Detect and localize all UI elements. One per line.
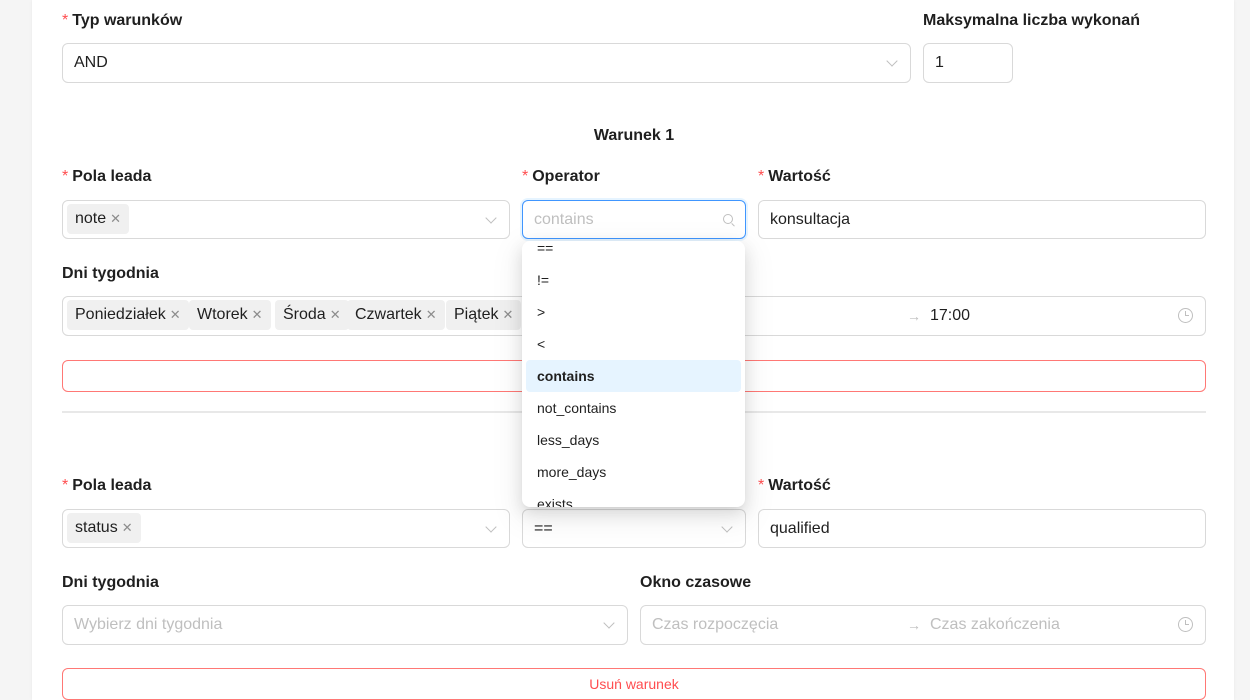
lead-fields-select[interactable]: note ✕ xyxy=(62,200,510,239)
remove-condition-button[interactable]: Usuń warunek xyxy=(62,668,1206,700)
option-not-contains[interactable]: not_contains xyxy=(526,392,741,424)
required-mark: * xyxy=(758,168,765,185)
operator-label: * Operator xyxy=(522,168,600,185)
tag-thursday: Czwartek ✕ xyxy=(347,300,445,330)
tag-status: status ✕ xyxy=(67,513,141,543)
option-contains[interactable]: contains xyxy=(526,360,741,392)
time-end-value[interactable]: 17:00 xyxy=(930,307,970,325)
value-input-text: konsultacja xyxy=(770,210,851,228)
value-input[interactable]: konsultacja xyxy=(758,200,1206,239)
close-icon[interactable]: ✕ xyxy=(110,211,121,226)
condition-1-title: Warunek 1 xyxy=(593,127,675,144)
search-icon xyxy=(723,213,733,224)
required-mark: * xyxy=(522,168,529,185)
option-more-days[interactable]: more_days xyxy=(526,456,741,488)
option-lt[interactable]: < xyxy=(526,328,741,360)
max-executions-input[interactable]: 1 xyxy=(923,43,1013,83)
tag-wednesday: Środa ✕ xyxy=(275,300,349,330)
max-executions-value: 1 xyxy=(935,54,944,71)
tag-friday: Piątek ✕ xyxy=(446,300,522,330)
operator-dropdown: == != > < contains not_contains less_day… xyxy=(522,241,745,507)
close-icon[interactable]: ✕ xyxy=(170,307,181,322)
option-gt[interactable]: > xyxy=(526,296,741,328)
arrow-right-icon: → xyxy=(907,308,921,324)
option-exists[interactable]: exists xyxy=(526,488,741,507)
lead-fields-label-2: * Pola leada xyxy=(62,477,152,494)
condition-type-label: * Typ warunków xyxy=(62,12,183,29)
close-icon[interactable]: ✕ xyxy=(252,307,263,322)
weekdays-label-2: Dni tygodnia xyxy=(62,574,159,591)
chevron-down-icon xyxy=(485,211,497,224)
operator-select[interactable]: contains xyxy=(522,200,746,239)
required-mark: * xyxy=(62,477,69,494)
option-eq[interactable]: == xyxy=(526,241,741,264)
close-icon[interactable]: ✕ xyxy=(122,520,133,535)
close-icon[interactable]: ✕ xyxy=(502,307,513,322)
weekdays-select-2[interactable]: Wybierz dni tygodnia xyxy=(62,605,628,645)
required-mark: * xyxy=(758,477,765,494)
lead-fields-select-2[interactable]: status ✕ xyxy=(62,509,510,548)
tag-tuesday: Wtorek ✕ xyxy=(189,300,271,330)
max-executions-label: Maksymalna liczba wykonań xyxy=(923,12,1140,29)
chevron-down-icon xyxy=(603,617,615,629)
tag-note: note ✕ xyxy=(67,204,130,234)
operator-select-2[interactable]: == xyxy=(522,509,746,548)
arrow-right-icon: → xyxy=(907,617,921,633)
chevron-down-icon xyxy=(485,520,497,533)
value-label-2: * Wartość xyxy=(758,477,831,494)
close-icon[interactable]: ✕ xyxy=(426,307,437,322)
time-window-label: Okno czasowe xyxy=(640,574,752,591)
lead-fields-label: * Pola leada xyxy=(62,168,152,185)
clock-icon xyxy=(1178,617,1193,632)
weekdays-placeholder: Wybierz dni tygodnia xyxy=(74,616,223,633)
option-less-days[interactable]: less_days xyxy=(526,424,741,456)
close-icon[interactable]: ✕ xyxy=(330,307,341,322)
clock-icon xyxy=(1178,308,1193,323)
required-mark: * xyxy=(62,168,69,185)
condition-type-value: AND xyxy=(74,54,108,71)
value-input-text-2: qualified xyxy=(770,519,830,537)
value-label: * Wartość xyxy=(758,168,831,185)
weekdays-label: Dni tygodnia xyxy=(62,265,159,282)
time-window-range-2[interactable]: Czas rozpoczęcia → Czas zakończenia xyxy=(640,605,1206,645)
condition-type-select[interactable]: AND xyxy=(62,43,911,83)
value-input-2[interactable]: qualified xyxy=(758,509,1206,548)
option-neq[interactable]: != xyxy=(526,264,741,296)
required-mark: * xyxy=(62,12,69,29)
time-end-input[interactable]: Czas zakończenia xyxy=(930,616,1060,634)
operator-search-input[interactable]: contains xyxy=(534,211,594,229)
chevron-down-icon xyxy=(721,520,733,533)
chevron-down-icon xyxy=(886,55,898,67)
time-start-input[interactable]: Czas rozpoczęcia xyxy=(652,616,778,634)
operator-value-2: == xyxy=(534,519,553,537)
tag-monday: Poniedziałek ✕ xyxy=(67,300,189,330)
